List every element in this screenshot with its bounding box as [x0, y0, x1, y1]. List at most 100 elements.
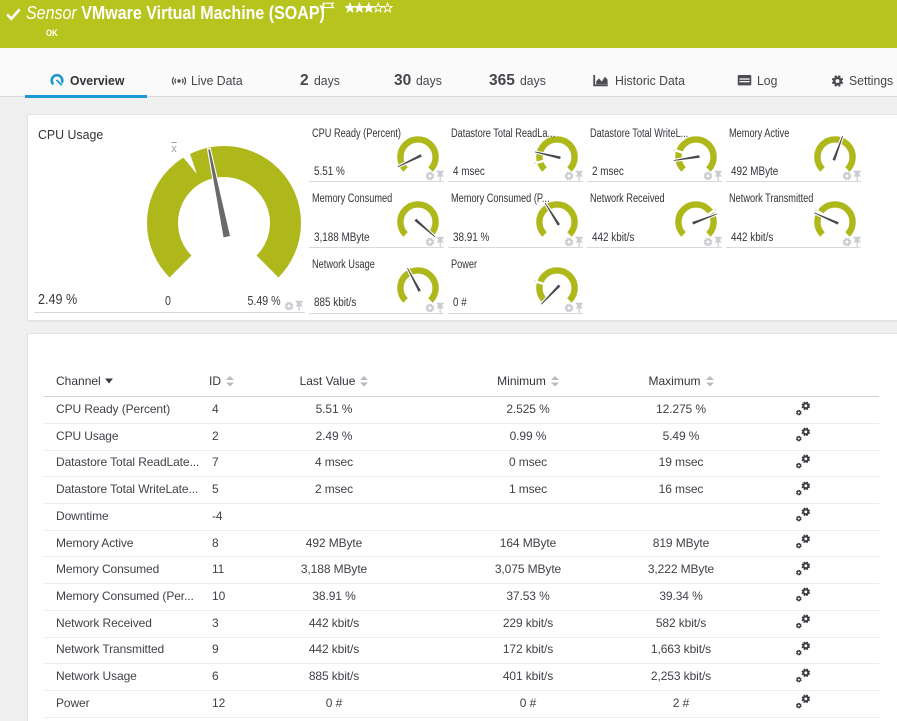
tab-label: Log [757, 73, 778, 88]
tab-days-number: 30 [394, 71, 412, 89]
channel-settings-icon[interactable] [794, 693, 814, 713]
channel-row-cpu-usage-maximum: 5.49 % [662, 428, 700, 443]
channel-row-memory-consumed-per-maximum: 39.34 % [659, 588, 703, 603]
tile-underline [448, 247, 583, 249]
tab-log[interactable]: Log [737, 56, 779, 105]
sort-icon [226, 375, 234, 386]
channel-settings-icon[interactable] [794, 640, 814, 660]
tab-label: Settings [849, 73, 894, 88]
channel-row-downtime-id: -4 [212, 508, 223, 523]
tab-historic-data[interactable]: Historic Data [593, 56, 689, 105]
channel-settings-icon[interactable] [794, 667, 814, 687]
gauge-title-memory-consumed-p: Memory Consumed (P... [450, 193, 550, 206]
status-badge: OK [46, 28, 58, 39]
channel-row-power-maximum: 2 # [672, 695, 690, 710]
gauge-value-network-received: 442 kbit/s [591, 231, 634, 244]
channel-settings-icon[interactable] [794, 480, 814, 500]
channel-row-downtime-name: Downtime [56, 508, 109, 523]
channel-settings-icon[interactable] [794, 453, 814, 473]
channel-row-memory-consumed-name: Memory Consumed [56, 562, 160, 577]
big-gauge-title: CPU Usage [38, 126, 104, 142]
tile-underline [309, 247, 444, 249]
sort-icon [550, 375, 559, 386]
channel-row-memory-consumed-last-value: 3,188 MByte [300, 562, 368, 577]
tab-30-days[interactable]: 30 days [394, 56, 444, 105]
gauge-title-datastore-total-readla: Datastore Total ReadLa... [450, 127, 555, 140]
sensor-status-header: Sensor VMware Virtual Machine (SOAP) OK [0, 0, 897, 48]
gauge-value-network-transmitted: 442 kbit/s [730, 231, 773, 244]
channel-row-network-usage-maximum: 2,253 kbit/s [650, 669, 712, 684]
row-separator [44, 556, 879, 558]
row-separator [44, 636, 879, 638]
channel-row-datastore-total-writelate-maximum: 16 msec [658, 482, 704, 497]
row-separator [44, 476, 879, 478]
column-header-channel[interactable]: Channel [56, 374, 113, 388]
column-header-label: Minimum [497, 374, 546, 388]
channel-row-network-transmitted-last-value: 442 kbit/s [308, 642, 360, 657]
tab-overview[interactable]: Overview [49, 56, 127, 105]
gauge-title-memory-consumed: Memory Consumed [311, 193, 392, 206]
sensor-kind-label: Sensor [26, 3, 77, 23]
column-header-id[interactable]: ID [209, 374, 234, 388]
tab-live-data[interactable]: Live Data [171, 56, 246, 105]
channel-row-memory-active-maximum: 819 MByte [652, 535, 710, 550]
channel-row-memory-consumed-per-name: Memory Consumed (Per... [56, 588, 194, 603]
channel-row-datastore-total-readlate-last-value: 4 msec [314, 455, 354, 470]
sorted-desc-icon [104, 378, 113, 384]
gauge-value-memory-active: 492 MByte [730, 165, 778, 178]
channel-row-power-name: Power [56, 695, 90, 710]
row-separator [44, 422, 879, 424]
cpu-usage-gauge [147, 146, 301, 278]
tile-underline [309, 312, 444, 314]
row-separator [44, 716, 879, 718]
tab-days-number: 365 [489, 71, 515, 89]
channel-settings-icon[interactable] [794, 586, 814, 606]
tab-label: days [416, 73, 443, 88]
gauge-value-datastore-total-readla: 4 msec [452, 165, 485, 178]
channel-settings-icon[interactable] [794, 533, 814, 553]
channel-settings-icon[interactable] [794, 613, 814, 633]
channel-settings-icon[interactable] [794, 506, 814, 526]
gauge-title-datastore-total-writel: Datastore Total WriteL... [589, 127, 688, 140]
column-header-label: ID [209, 374, 221, 388]
broadcast-icon [171, 76, 187, 85]
tile-underline [726, 181, 861, 183]
sensor-title: Sensor VMware Virtual Machine (SOAP) [26, 3, 325, 24]
channel-row-network-transmitted-name: Network Transmitted [56, 642, 165, 657]
row-separator [44, 663, 879, 665]
row-separator [44, 529, 879, 531]
channel-row-datastore-total-writelate-name: Datastore Total WriteLate... [56, 482, 199, 497]
channel-row-memory-consumed-per-last-value: 38.91 % [312, 588, 356, 603]
channel-row-network-transmitted-maximum: 1,663 kbit/s [650, 642, 712, 657]
channel-row-memory-active-last-value: 492 MByte [305, 535, 363, 550]
tile-underline [309, 181, 444, 183]
channel-row-datastore-total-readlate-id: 7 [212, 455, 219, 470]
sort-icon [360, 375, 369, 386]
channel-row-network-received-maximum: 582 kbit/s [655, 615, 707, 630]
channel-row-cpu-ready-percent-maximum: 12.275 % [656, 402, 706, 417]
channel-settings-icon[interactable] [794, 426, 814, 446]
channel-row-memory-consumed-maximum: 3,222 MByte [647, 562, 715, 577]
channel-row-cpu-usage-name: CPU Usage [56, 428, 119, 443]
channel-row-power-last-value: 0 # [325, 695, 343, 710]
channel-settings-icon[interactable] [794, 560, 814, 580]
channels-table-panel: Channel ID Last Value Minimum Maximum CPU Rea… [27, 333, 897, 721]
channel-row-datastore-total-readlate-maximum: 19 msec [658, 455, 704, 470]
tile-underline [448, 181, 583, 183]
channel-settings-icon[interactable] [794, 400, 814, 420]
column-header-last-value[interactable]: Last Value [244, 374, 424, 388]
tab-2-days[interactable]: 2 days [300, 56, 341, 105]
gauge-title-network-usage: Network Usage [311, 258, 375, 271]
row-separator [44, 609, 879, 611]
tab-365-days[interactable]: 365 days [489, 56, 547, 105]
tab-label: Historic Data [615, 73, 685, 88]
column-header-maximum[interactable]: Maximum [591, 374, 771, 388]
gauge-value-power: 0 # [452, 297, 467, 310]
tab-settings[interactable]: Settings [831, 56, 896, 105]
gauge-value-memory-consumed-p: 38.91 % [452, 231, 489, 244]
big-gauge-value: 2.49 % [38, 291, 78, 308]
channel-row-datastore-total-writelate-last-value: 2 msec [314, 482, 354, 497]
tab-bar: Overview Live Data 2 days 30 days 365 days Histo… [0, 48, 897, 98]
channel-row-network-received-id: 3 [212, 615, 219, 630]
gauge-value-datastore-total-writel: 2 msec [591, 165, 624, 178]
